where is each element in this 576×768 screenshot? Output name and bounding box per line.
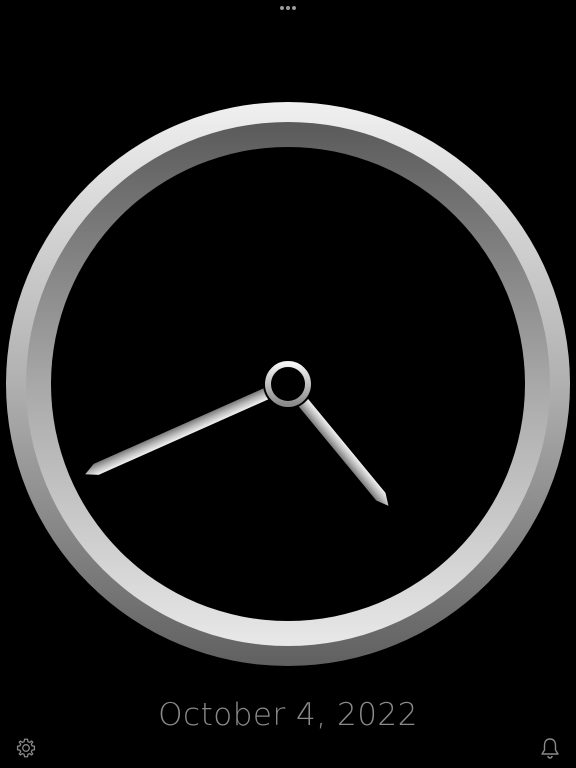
ellipsis-icon-dot bbox=[286, 6, 290, 10]
alarm-button[interactable] bbox=[538, 736, 562, 760]
date-label: October 4, 2022 bbox=[158, 697, 418, 733]
more-options-button[interactable] bbox=[276, 3, 300, 13]
analog-clock bbox=[6, 102, 570, 666]
center-hub bbox=[263, 359, 313, 409]
settings-button[interactable] bbox=[14, 736, 38, 760]
ellipsis-icon-dot bbox=[280, 6, 284, 10]
gear-icon bbox=[16, 738, 36, 758]
bell-icon bbox=[541, 738, 559, 759]
ellipsis-icon-dot bbox=[292, 6, 296, 10]
